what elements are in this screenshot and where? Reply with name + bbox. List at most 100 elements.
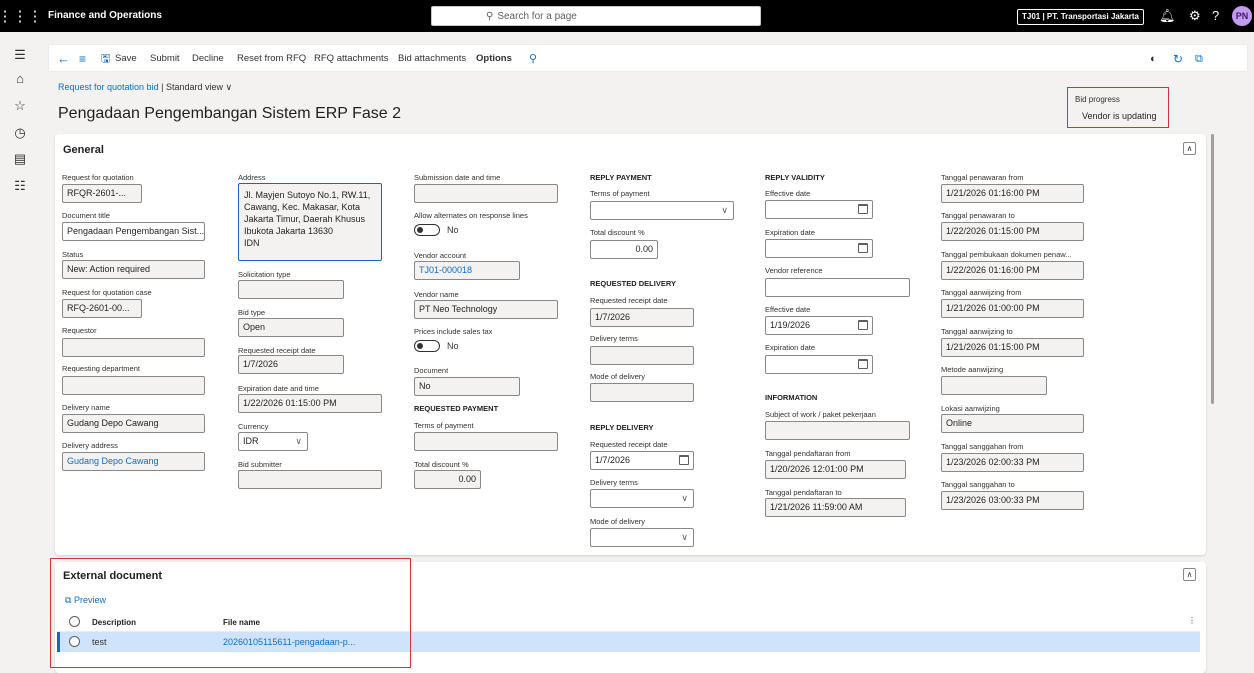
pendaftaran-from-field[interactable]: 1/20/2026 12:01:00 PM: [765, 460, 906, 479]
effective-date-2-field[interactable]: 1/19/2026: [765, 316, 873, 335]
requested-terms-field[interactable]: [414, 432, 558, 451]
metode-aanwijzing-label: Metode aanwijzing: [941, 365, 1004, 374]
view-selector[interactable]: Standard view: [166, 82, 223, 92]
reply-mode-select[interactable]: ∨: [590, 528, 694, 547]
collapse-external-icon[interactable]: ∧: [1183, 568, 1196, 581]
vendor-name-field[interactable]: PT Neo Technology: [414, 300, 558, 319]
action-search-icon[interactable]: ⚲: [529, 45, 537, 73]
expiration-date-time-field[interactable]: 1/22/2026 01:15:00 PM: [238, 394, 382, 413]
address-field[interactable]: Jl. Mayjen Sutoyo No.1, RW.11, Cawang, K…: [238, 183, 382, 261]
document-field[interactable]: No: [414, 377, 520, 396]
back-arrow-icon[interactable]: ←: [57, 45, 70, 73]
rfq-attachments-button[interactable]: RFQ attachments: [314, 45, 388, 73]
sanggahan-from-field[interactable]: 1/23/2026 02:00:33 PM: [941, 453, 1084, 472]
bid-attachments-button[interactable]: Bid attachments: [398, 45, 466, 73]
save-button[interactable]: Save: [115, 45, 137, 73]
chevron-down-icon[interactable]: ∨: [226, 82, 233, 92]
delivery-name-field[interactable]: Gudang Depo Cawang: [62, 414, 205, 433]
workspaces-icon[interactable]: ▤: [0, 151, 40, 167]
expiration-date-2-field[interactable]: [765, 355, 873, 374]
subject-of-work-field[interactable]: [765, 421, 910, 440]
rfq-field[interactable]: RFQR-2601-...: [62, 184, 142, 203]
avatar[interactable]: PN: [1232, 6, 1252, 26]
bid-type-field[interactable]: Open: [238, 318, 344, 337]
lokasi-aanwijzing-label: Lokasi aanwijzing: [941, 404, 1000, 413]
vendor-reference-field[interactable]: [765, 278, 910, 297]
vendor-account-field[interactable]: TJ01-000018: [414, 261, 520, 280]
hamburger-menu-icon[interactable]: ☰: [0, 47, 40, 63]
allow-alternates-toggle[interactable]: [414, 224, 440, 236]
effective-date-field[interactable]: [765, 200, 873, 219]
collapse-general-icon[interactable]: ∧: [1183, 142, 1196, 155]
req-mode-field[interactable]: [590, 383, 694, 402]
reply-delivery-terms-label: Delivery terms: [590, 478, 638, 487]
submit-button[interactable]: Submit: [150, 45, 180, 73]
gear-icon[interactable]: ⚙: [1189, 8, 1201, 24]
prices-include-tax-toggle[interactable]: [414, 340, 440, 352]
calendar-icon[interactable]: [858, 204, 868, 214]
help-icon[interactable]: ?: [1212, 8, 1219, 23]
solicitation-type-field[interactable]: [238, 280, 344, 299]
metode-aanwijzing-field[interactable]: [941, 376, 1047, 395]
general-title[interactable]: General: [63, 144, 104, 156]
requested-receipt-date-field[interactable]: 1/7/2026: [238, 355, 344, 374]
modules-list-icon[interactable]: ☷: [0, 178, 40, 194]
calendar-icon[interactable]: [679, 455, 689, 465]
requestor-field[interactable]: [62, 338, 205, 357]
aanwijzing-from-field[interactable]: 1/21/2026 01:00:00 PM: [941, 299, 1084, 318]
req-delivery-terms-field[interactable]: [590, 346, 694, 365]
reply-receipt-date-field[interactable]: 1/7/2026: [590, 451, 694, 470]
breadcrumb-separator: |: [161, 82, 164, 92]
options-tab[interactable]: Options: [476, 45, 512, 73]
penawaran-to-field[interactable]: 1/22/2026 01:15:00 PM: [941, 222, 1084, 241]
breadcrumb: Request for quotation bid | Standard vie…: [58, 78, 232, 96]
vertical-scrollbar[interactable]: [1211, 134, 1214, 404]
req-delivery-receipt-field[interactable]: 1/7/2026: [590, 308, 694, 327]
effective-date-2-value: 1/19/2026: [770, 320, 811, 330]
refresh-icon[interactable]: ↻: [1173, 45, 1183, 73]
popout-icon[interactable]: ⧉: [1195, 45, 1203, 73]
rfq-case-field[interactable]: RFQ-2601-00...: [62, 299, 142, 318]
decline-button[interactable]: Decline: [192, 45, 224, 73]
pembukaan-field[interactable]: 1/22/2026 01:16:00 PM: [941, 261, 1084, 280]
lokasi-aanwijzing-field[interactable]: Online: [941, 414, 1084, 433]
notification-bell-icon[interactable]: 🔔︎: [1159, 8, 1176, 24]
requesting-department-field[interactable]: [62, 376, 205, 395]
home-icon[interactable]: ⌂: [0, 71, 40, 86]
app-name[interactable]: Finance and Operations: [48, 0, 162, 32]
requesting-department-label: Requesting department: [62, 364, 140, 373]
app-launcher-icon[interactable]: ⋮⋮⋮: [0, 0, 43, 32]
calendar-icon[interactable]: [858, 359, 868, 369]
pendaftaran-to-field[interactable]: 1/21/2026 11:59:00 AM: [765, 498, 906, 517]
delivery-address-field[interactable]: Gudang Depo Cawang: [62, 452, 205, 471]
office-integration-icon[interactable]: ◐: [1150, 45, 1157, 73]
status-field[interactable]: New: Action required: [62, 260, 205, 279]
reply-delivery-terms-select[interactable]: ∨: [590, 489, 694, 508]
reply-terms-select[interactable]: ∨: [590, 201, 734, 220]
solicitation-type-label: Solicitation type: [238, 270, 291, 279]
aanwijzing-to-field[interactable]: 1/21/2026 01:15:00 PM: [941, 338, 1084, 357]
reset-from-rfq-button[interactable]: Reset from RFQ: [237, 45, 306, 73]
sanggahan-from-label: Tanggal sanggahan from: [941, 442, 1024, 451]
sanggahan-to-field[interactable]: 1/23/2026 03:00:33 PM: [941, 491, 1084, 510]
document-title-field[interactable]: Pengadaan Pengembangan Sist...: [62, 222, 205, 241]
requested-discount-field[interactable]: 0.00: [414, 470, 481, 489]
submission-date-field[interactable]: [414, 184, 558, 203]
req-delivery-receipt-label: Requested receipt date: [590, 296, 668, 305]
search-input[interactable]: ⚲ Search for a page: [431, 6, 761, 26]
penawaran-from-field[interactable]: 1/21/2026 01:16:00 PM: [941, 184, 1084, 203]
calendar-icon[interactable]: [858, 320, 868, 330]
currency-select[interactable]: IDR ∨: [238, 432, 308, 451]
expiration-date-field[interactable]: [765, 239, 873, 258]
company-picker[interactable]: TJ01 | PT. Transportasi Jakarta: [1017, 9, 1144, 25]
action-menu-icon[interactable]: ≡: [79, 45, 86, 73]
favorites-star-icon[interactable]: ☆: [0, 98, 40, 114]
recent-clock-icon[interactable]: ◷: [0, 125, 40, 141]
bid-submitter-field[interactable]: [238, 470, 382, 489]
reply-discount-field[interactable]: 0.00: [590, 240, 658, 259]
allow-alternates-label: Allow alternates on response lines: [414, 211, 528, 220]
information-section: INFORMATION: [765, 393, 818, 402]
more-options-icon[interactable]: ⋮: [1188, 616, 1196, 625]
calendar-icon[interactable]: [858, 243, 868, 253]
breadcrumb-link[interactable]: Request for quotation bid: [58, 82, 159, 92]
